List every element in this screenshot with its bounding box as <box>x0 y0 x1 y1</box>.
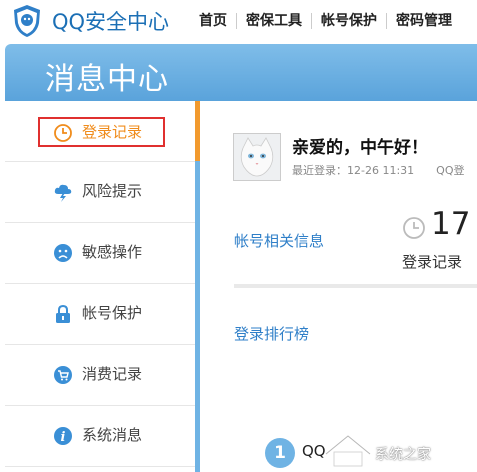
sidebar-item-system-messages[interactable]: i 系统消息 <box>5 406 195 467</box>
nav-item-password-management[interactable]: 密码管理 <box>387 0 461 42</box>
account-info-link[interactable]: 帐号相关信息 <box>234 230 324 251</box>
last-login-client: QQ登 <box>436 164 465 177</box>
avatar[interactable] <box>233 133 281 181</box>
top-bar: QQ安全中心 首页 密保工具 帐号保护 密码管理 <box>0 0 477 42</box>
page-title: 消息中心 <box>45 62 169 97</box>
app-title[interactable]: QQ安全中心 <box>52 6 169 36</box>
watermark-text: 系统之家 <box>375 447 431 463</box>
clock-icon <box>54 124 72 142</box>
active-indicator <box>195 101 200 161</box>
svg-text:i: i <box>61 430 66 445</box>
qq-shield-logo-icon[interactable] <box>12 4 42 38</box>
nav-item-home[interactable]: 首页 <box>190 0 236 42</box>
sidebar-divider <box>195 161 200 472</box>
sidebar-item-label: 系统消息 <box>82 426 143 444</box>
sidebar-item-label: 登录记录 <box>82 123 143 141</box>
sidebar-item-label: 风险提示 <box>82 182 143 200</box>
cloud-lightning-icon <box>54 184 72 202</box>
sidebar-item-account-protection[interactable]: 帐号保护 <box>5 284 195 345</box>
nav-item-security-tools[interactable]: 密保工具 <box>237 0 311 42</box>
login-count: 17 <box>431 206 471 242</box>
sidebar-item-risk-alerts[interactable]: 风险提示 <box>5 162 195 223</box>
sidebar-item-sensitive-operations[interactable]: 敏感操作 <box>5 223 195 284</box>
greeting: 亲爱的，中午好！ <box>292 138 428 158</box>
top-nav: 首页 密保工具 帐号保护 密码管理 <box>190 0 461 42</box>
sidebar: 登录记录 风险提示 敏感操作 帐号保护 消费记录 i 系统消息 <box>5 101 195 472</box>
cart-icon <box>54 366 72 384</box>
sidebar-item-label: 帐号保护 <box>82 304 143 322</box>
sidebar-item-login-records[interactable]: 登录记录 <box>5 101 195 162</box>
sidebar-item-consumption-records[interactable]: 消费记录 <box>5 345 195 406</box>
nav-item-account-protection[interactable]: 帐号保护 <box>312 0 386 42</box>
info-icon: i <box>54 427 72 445</box>
sidebar-item-label: 敏感操作 <box>82 243 143 261</box>
watermark-house-icon <box>324 433 372 467</box>
sidebar-item-label: 消费记录 <box>82 365 143 383</box>
last-login-info: 最近登录：12-26 11:31 QQ登 <box>292 162 465 178</box>
section-divider <box>234 284 477 288</box>
cat-avatar-image <box>234 134 280 180</box>
login-count-label[interactable]: 登录记录 <box>402 251 462 272</box>
ranking-title: 登录排行榜 <box>234 325 310 343</box>
page-banner: 消息中心 <box>5 44 477 101</box>
last-login-time: 最近登录：12-26 11:31 <box>292 164 415 177</box>
lock-icon <box>56 304 70 323</box>
rank-badge: 1 <box>265 438 295 468</box>
clock-icon <box>403 217 425 239</box>
sad-face-icon <box>54 244 72 262</box>
